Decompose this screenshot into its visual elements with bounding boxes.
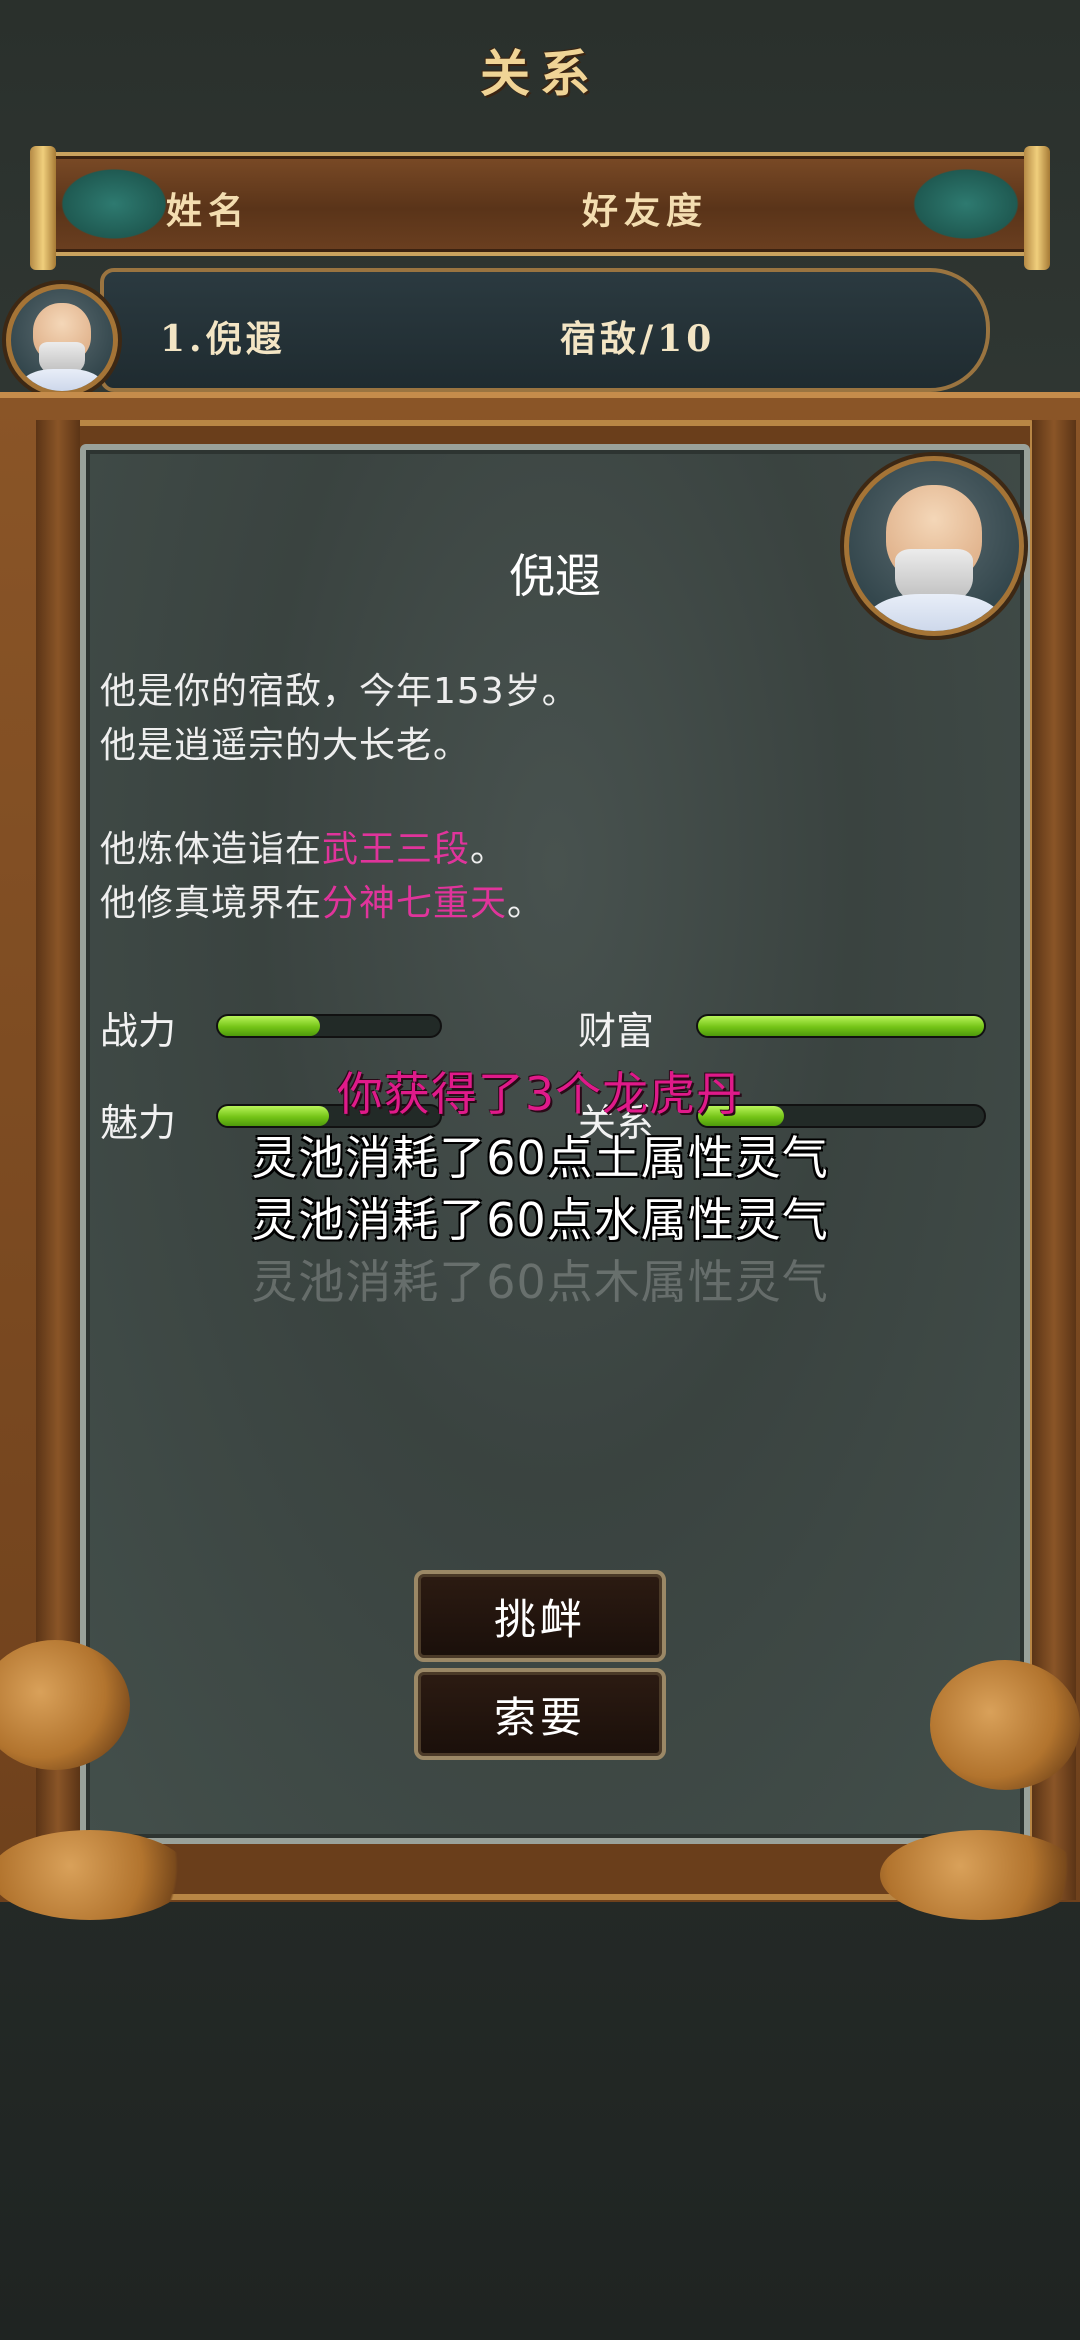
cloud-decoration bbox=[0, 1830, 190, 1920]
desc-line: 他是逍遥宗的大长老。 bbox=[100, 725, 471, 766]
power-label: 战力 bbox=[100, 1009, 177, 1053]
header-name-label: 姓名 bbox=[166, 190, 251, 232]
reward-notification: 你获得了3个龙虎丹 bbox=[336, 1067, 744, 1121]
character-name: 倪遐 bbox=[509, 549, 601, 603]
page-title: 关系 bbox=[480, 44, 600, 103]
consume-notification: 灵池消耗了60点水属性灵气 bbox=[251, 1193, 829, 1247]
list-item-relation: 宿敌/10 bbox=[560, 318, 716, 360]
list-item[interactable]: 1.倪遐 宿敌/10 bbox=[100, 268, 990, 392]
cloud-decoration bbox=[930, 1660, 1080, 1790]
body-cultivation-value: 武王三段 bbox=[322, 829, 471, 870]
cloud-decoration bbox=[880, 1830, 1080, 1920]
wealth-bar bbox=[696, 1014, 986, 1038]
desc-line: 他是你的宿敌，今年153岁。 bbox=[100, 671, 579, 712]
list-header: 姓名 好友度 bbox=[30, 146, 1050, 270]
consume-notification: 灵池消耗了60点土属性灵气 bbox=[251, 1131, 829, 1185]
scroll-end-decoration bbox=[1024, 146, 1050, 270]
wing-decoration bbox=[906, 164, 1026, 244]
body-cultivation-line: 他炼体造诣在武王三段。 bbox=[100, 829, 508, 870]
header-affinity-label: 好友度 bbox=[582, 190, 709, 232]
wing-decoration bbox=[54, 164, 174, 244]
wealth-label: 财富 bbox=[578, 1009, 655, 1053]
scroll-end-decoration bbox=[30, 146, 56, 270]
list-avatar[interactable] bbox=[6, 284, 118, 396]
realm-line: 他修真境界在分神七重天。 bbox=[100, 883, 545, 924]
list-item-name: 1.倪遐 bbox=[160, 318, 286, 360]
realm-value: 分神七重天 bbox=[322, 883, 508, 924]
provoke-button[interactable]: 挑衅 bbox=[414, 1570, 666, 1662]
power-bar bbox=[216, 1014, 442, 1038]
consume-notification: 灵池消耗了60点木属性灵气 bbox=[251, 1255, 829, 1309]
demand-button[interactable]: 索要 bbox=[414, 1668, 666, 1760]
